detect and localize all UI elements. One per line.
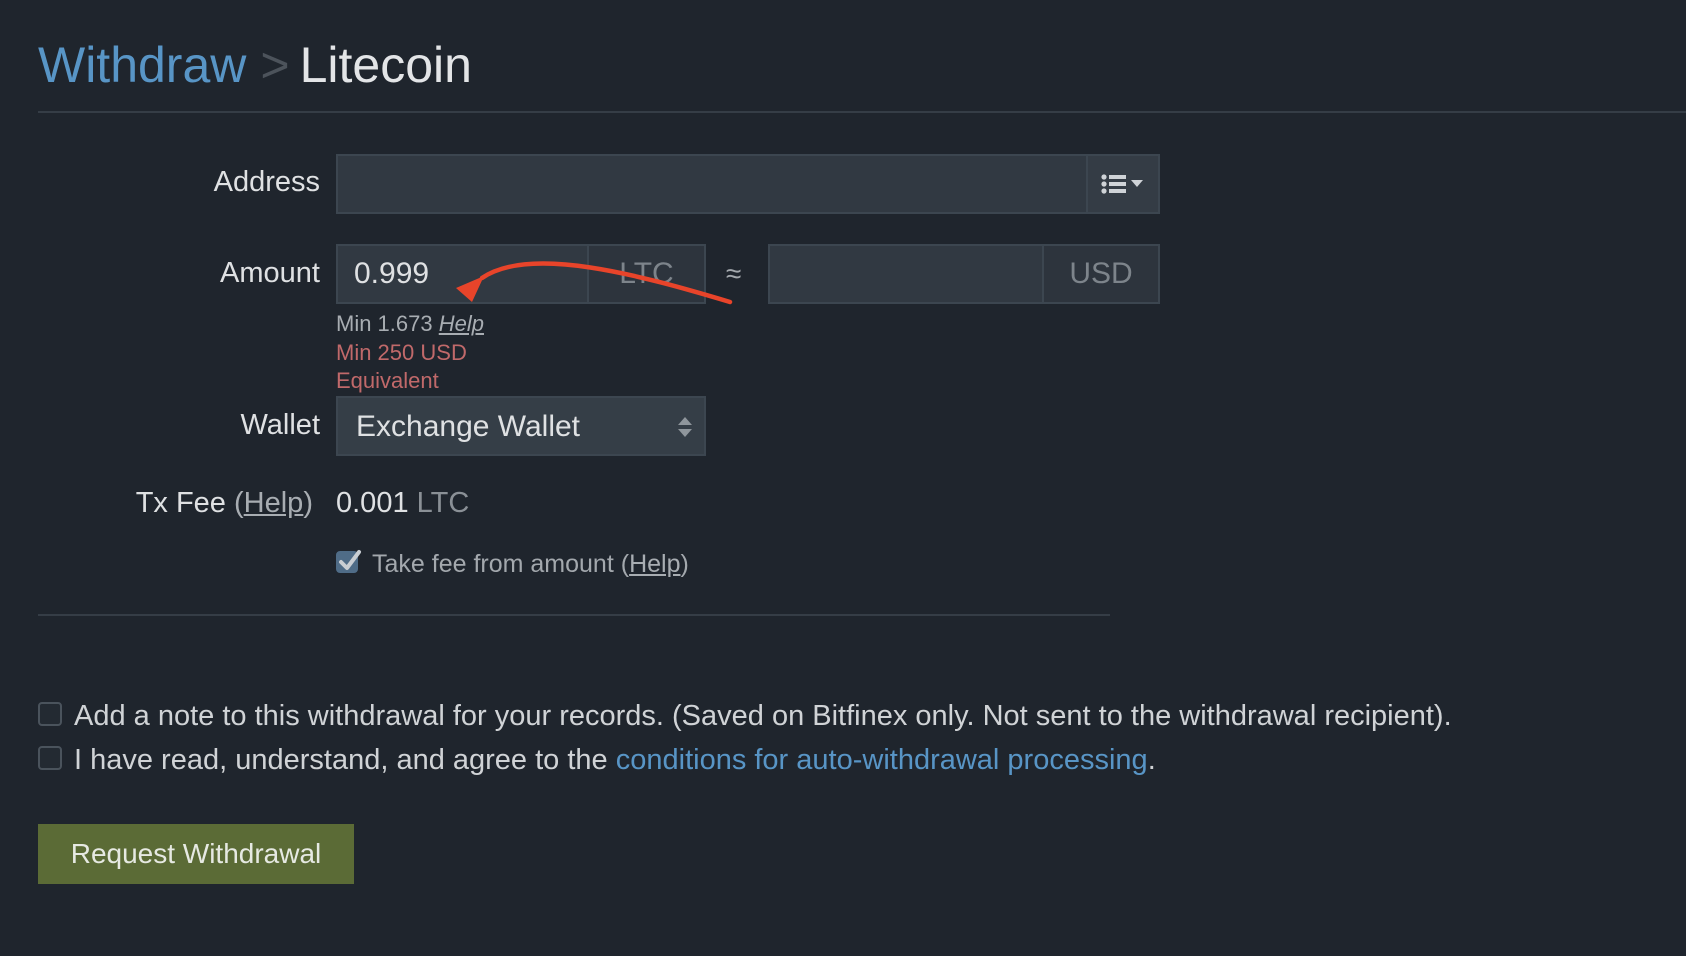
- checkmark-icon: [339, 550, 361, 570]
- tx-fee-label-text: Tx Fee: [135, 487, 226, 519]
- form-divider: [38, 614, 1110, 616]
- add-note-label: Add a note to this withdrawal for your r…: [74, 700, 1452, 732]
- tx-fee-help-link[interactable]: Help: [244, 487, 304, 519]
- amount-min-hint: Min 1.673 Help: [336, 310, 484, 338]
- select-updown-icon: [678, 417, 692, 437]
- wallet-select[interactable]: Exchange Wallet: [336, 396, 706, 456]
- tx-fee-value: 0.001 LTC: [336, 487, 469, 520]
- tx-fee-label: Tx Fee (Help): [135, 487, 313, 519]
- tx-fee-unit: LTC: [416, 487, 470, 519]
- annotation-arrow-icon: [456, 261, 733, 305]
- address-book-button[interactable]: [1086, 156, 1158, 212]
- agree-conditions-label: I have read, understand, and agree to th…: [74, 744, 1156, 777]
- take-fee-checkbox[interactable]: [336, 550, 361, 573]
- wallet-selected-value: Exchange Wallet: [356, 410, 581, 443]
- wallet-label: Wallet: [240, 409, 321, 441]
- breadcrumb-separator: >: [260, 37, 290, 93]
- header-divider: [38, 111, 1686, 113]
- usd-currency-addon: USD: [1042, 246, 1158, 302]
- address-field: [336, 154, 1160, 214]
- breadcrumb-withdraw-link[interactable]: Withdraw: [38, 37, 246, 93]
- list-dropdown-icon: [1101, 174, 1143, 194]
- take-fee-label-text: Take fee from amount: [372, 550, 614, 578]
- usd-amount-input[interactable]: [786, 257, 986, 291]
- amount-min-text: Min 1.673: [336, 311, 433, 336]
- add-note-checkbox[interactable]: [38, 702, 62, 726]
- amount-error-line2: Equivalent: [336, 368, 439, 393]
- request-withdrawal-button[interactable]: Request Withdrawal: [38, 824, 354, 884]
- agree-conditions-suffix: .: [1147, 744, 1156, 776]
- amount-help-link[interactable]: Help: [439, 311, 484, 336]
- address-label: Address: [213, 166, 320, 198]
- address-input[interactable]: [354, 167, 1054, 201]
- agree-conditions-checkbox[interactable]: [38, 746, 62, 770]
- usd-field: USD: [768, 244, 1160, 304]
- agree-conditions-prefix: I have read, understand, and agree to th…: [74, 744, 616, 776]
- take-fee-label: Take fee from amount (Help): [372, 550, 689, 578]
- tx-fee-amount: 0.001: [336, 487, 409, 519]
- breadcrumb-current: Litecoin: [299, 37, 472, 93]
- page-title: Withdraw > Litecoin: [38, 30, 472, 100]
- conditions-link[interactable]: conditions for auto-withdrawal processin…: [616, 744, 1148, 776]
- amount-error-line1: Min 250 USD: [336, 340, 467, 365]
- take-fee-help-link[interactable]: Help: [629, 550, 680, 578]
- amount-label: Amount: [220, 257, 320, 289]
